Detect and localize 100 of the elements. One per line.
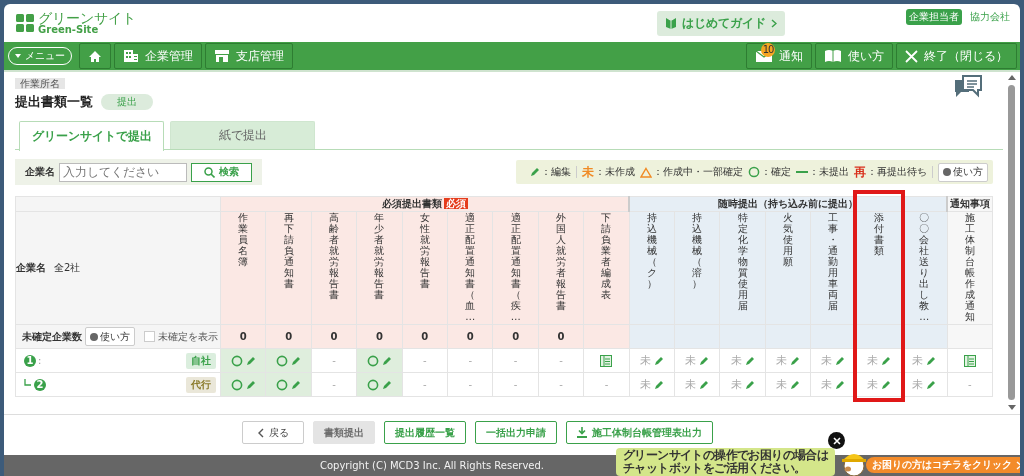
table-cell: - bbox=[559, 355, 563, 366]
pencil-icon bbox=[530, 167, 540, 177]
circle-icon bbox=[366, 378, 379, 391]
column-header: 施工体制台帳作成通知 bbox=[964, 212, 975, 322]
pencil-icon bbox=[699, 379, 710, 390]
group-header: 通知事項 bbox=[950, 198, 990, 209]
role-badge: 企業担当者 bbox=[906, 9, 962, 25]
guide-button[interactable]: はじめてガイド bbox=[657, 10, 785, 36]
help-button[interactable]: 使い方 bbox=[938, 162, 988, 182]
legend-label: ：未提出 bbox=[809, 165, 849, 179]
breadcrumb: 作業所名 bbox=[15, 78, 65, 89]
logo-title: グリーンサイト bbox=[38, 11, 136, 25]
home-button[interactable] bbox=[79, 43, 111, 69]
chevron-right-icon bbox=[1016, 460, 1020, 470]
search-field[interactable]: 入力してください bbox=[59, 162, 187, 182]
pencil-icon bbox=[245, 379, 256, 390]
book-button[interactable]: 使い方 bbox=[815, 43, 893, 69]
table-cell: - bbox=[332, 379, 336, 390]
pencil-icon bbox=[699, 355, 710, 366]
type-tag: 自社 bbox=[186, 352, 216, 369]
column-header: 持込機械（ク） bbox=[646, 212, 657, 289]
pencil-icon bbox=[291, 355, 302, 366]
home-icon bbox=[88, 49, 102, 63]
pencil-icon bbox=[653, 355, 664, 366]
close-icon bbox=[832, 436, 841, 445]
legend-label: ：作成中・一部確定 bbox=[653, 165, 743, 179]
column-header: 外国人就労者報告書 bbox=[556, 212, 567, 311]
column-header: 年少者就労報告書 bbox=[374, 212, 385, 300]
pencil-icon bbox=[835, 379, 846, 390]
tab[interactable]: グリーンサイトで提出 bbox=[19, 121, 164, 151]
action-button[interactable]: 一括出力申請 bbox=[474, 421, 557, 444]
status-symbol: 未 bbox=[866, 377, 878, 392]
caret-icon bbox=[15, 54, 21, 58]
status-symbol: 未 bbox=[639, 377, 651, 392]
status-symbol: 未 bbox=[685, 377, 697, 392]
copyright: Copyright (C) MCD3 Inc. All Rights Reserved. bbox=[320, 460, 544, 471]
close-button[interactable]: 終了（閉じる） bbox=[896, 43, 1017, 69]
column-header: 適正配置通知書（血… bbox=[465, 212, 476, 322]
circle-icon bbox=[230, 354, 243, 367]
count-badge: 10 bbox=[761, 42, 775, 57]
column-header: 工事・通勤用車両届 bbox=[828, 212, 839, 311]
pencil-icon bbox=[926, 379, 937, 390]
count-value: 0 bbox=[330, 331, 338, 342]
pencil-icon bbox=[835, 355, 846, 366]
chat-message: グリーンサイトの操作でお困りの場合は チャットボットをご活用ください。 bbox=[616, 448, 836, 476]
circle-icon bbox=[230, 378, 243, 391]
status-symbol: 未 bbox=[730, 353, 742, 368]
pencil-icon bbox=[245, 355, 256, 366]
indent-icon bbox=[24, 379, 31, 386]
back-button[interactable]: 戻る bbox=[241, 421, 304, 444]
status-symbol: 未 bbox=[639, 353, 651, 368]
store-button[interactable]: 支店管理 bbox=[205, 43, 293, 69]
status-symbol: 未 bbox=[582, 163, 594, 181]
chatbot-button[interactable]: お困りの方はコチラをクリック bbox=[866, 457, 1020, 473]
ledger-icon bbox=[963, 354, 976, 367]
table-cell: - bbox=[604, 379, 609, 390]
mail-button[interactable]: 10 通知 bbox=[746, 43, 812, 69]
question-icon bbox=[943, 168, 951, 176]
building-button[interactable]: 企業管理 bbox=[114, 43, 202, 69]
tab[interactable]: 紙で提出 bbox=[170, 121, 315, 149]
group-header: 必須提出書類 bbox=[381, 198, 442, 209]
book-icon bbox=[824, 49, 842, 63]
status-symbol: 再 bbox=[854, 163, 866, 181]
column-header: 下請負業者編成表 bbox=[601, 212, 612, 300]
ledger-icon bbox=[600, 354, 613, 367]
number-badge: 2 bbox=[34, 378, 46, 391]
status-symbol: 未 bbox=[821, 353, 833, 368]
group-header: 随時提出（持ち込み前に提出） bbox=[718, 198, 859, 209]
column-header: 火気使用願 bbox=[783, 212, 794, 267]
table-cell: - bbox=[423, 355, 427, 366]
dash-icon bbox=[796, 170, 808, 174]
action-button[interactable]: 提出履歴一覧 bbox=[383, 421, 466, 444]
search-button[interactable]: 検索 bbox=[191, 162, 252, 182]
checkbox[interactable] bbox=[144, 331, 155, 342]
chevron-right-icon bbox=[771, 18, 777, 28]
legend-label: ：編集 bbox=[541, 165, 571, 179]
close-button[interactable] bbox=[828, 432, 845, 449]
company-count: 全2社 bbox=[54, 262, 81, 273]
pencil-icon bbox=[653, 379, 664, 390]
page-title: 提出書類一覧 bbox=[15, 93, 93, 111]
pencil-icon bbox=[381, 355, 392, 366]
help-button[interactable]: 使い方 bbox=[85, 327, 135, 346]
triangle-icon bbox=[640, 166, 652, 178]
table-cell: - bbox=[468, 355, 473, 366]
required-badge: 必須 bbox=[443, 198, 468, 209]
action-button[interactable]: 施工体制台帳管理表出力 bbox=[565, 421, 713, 444]
checkbox-label: 未確定を表示 bbox=[158, 329, 218, 344]
table-cell: - bbox=[513, 379, 518, 390]
scrollbar[interactable] bbox=[1007, 75, 1016, 410]
count-value: 0 bbox=[375, 331, 383, 342]
status-symbol: 未 bbox=[776, 377, 788, 392]
status-symbol: 未 bbox=[912, 377, 924, 392]
logo-subtitle: Green-Site bbox=[38, 25, 99, 35]
leaf-icon bbox=[665, 16, 677, 30]
store-icon bbox=[214, 49, 230, 63]
circle-icon bbox=[748, 166, 760, 178]
chevron-left-icon bbox=[256, 427, 264, 438]
logo-icon bbox=[16, 14, 34, 32]
pencil-icon bbox=[744, 379, 755, 390]
search-label: 企業名 bbox=[25, 165, 55, 179]
